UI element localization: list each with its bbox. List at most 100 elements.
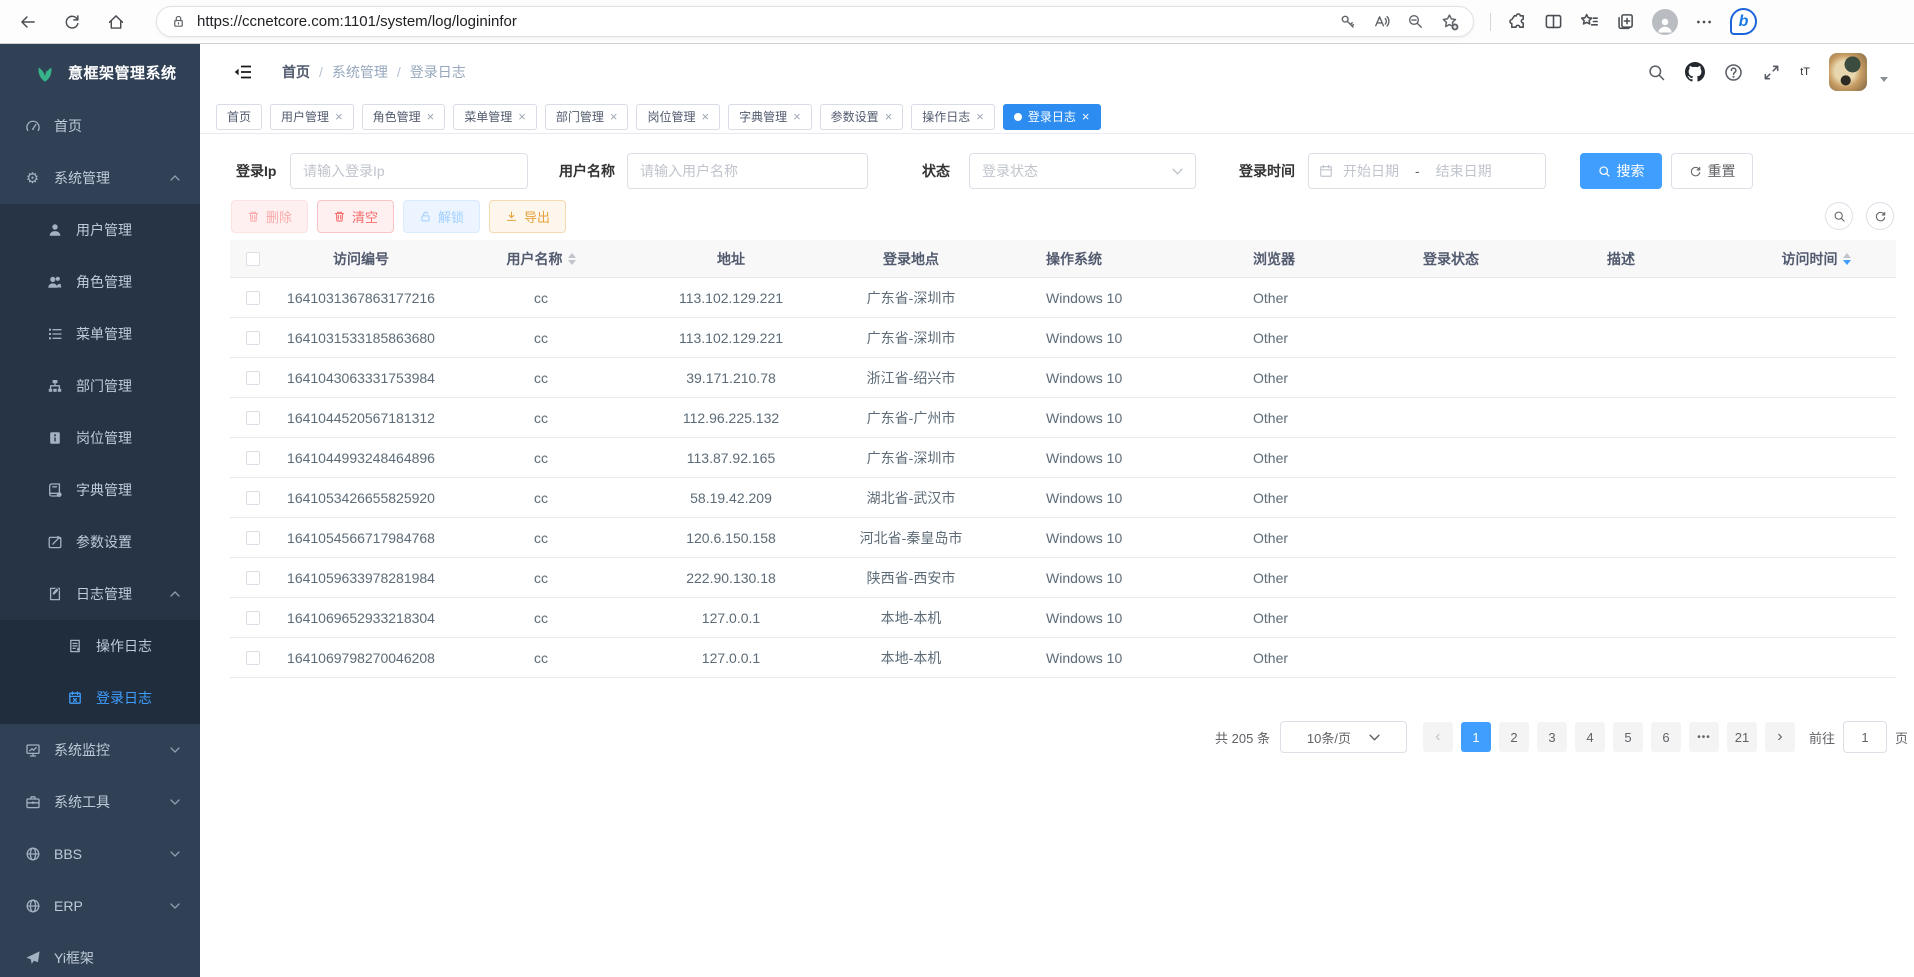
row-checkbox[interactable] bbox=[246, 491, 260, 505]
fullscreen-icon[interactable] bbox=[1762, 63, 1781, 82]
read-aloud-icon[interactable] bbox=[1373, 13, 1390, 30]
sort-icon-desc-active[interactable] bbox=[1843, 253, 1851, 265]
clear-button[interactable]: 清空 bbox=[317, 200, 394, 233]
page-button-2[interactable]: 2 bbox=[1499, 722, 1529, 752]
sidebar-item-yi-framework[interactable]: Yi框架 bbox=[0, 932, 200, 977]
browser-profile-icon[interactable] bbox=[1652, 9, 1678, 35]
tab-user-mgmt[interactable]: 用户管理× bbox=[270, 104, 354, 130]
close-icon[interactable]: × bbox=[976, 110, 984, 123]
sidebar-item-system[interactable]: ⚙ 系统管理 bbox=[0, 152, 200, 204]
copilot-bing-icon[interactable]: b bbox=[1730, 8, 1757, 35]
row-checkbox[interactable] bbox=[246, 451, 260, 465]
tab-param-settings[interactable]: 参数设置× bbox=[820, 104, 904, 130]
sidebar-item-log-mgmt[interactable]: 日志管理 bbox=[0, 568, 200, 620]
sidebar-item-erp[interactable]: ERP bbox=[0, 880, 200, 932]
sidebar-item-dept-mgmt[interactable]: 部门管理 bbox=[0, 360, 200, 412]
url-text[interactable]: https://ccnetcore.com:1101/system/log/lo… bbox=[197, 13, 1322, 30]
browser-menu-icon[interactable] bbox=[1695, 13, 1713, 31]
close-icon[interactable]: × bbox=[1082, 110, 1090, 123]
tab-home[interactable]: 首页 bbox=[216, 104, 262, 130]
delete-button[interactable]: 删除 bbox=[231, 200, 308, 233]
sidebar-item-dict-mgmt[interactable]: 字典管理 bbox=[0, 464, 200, 516]
export-button[interactable]: 导出 bbox=[489, 200, 566, 233]
sidebar-item-bbs[interactable]: BBS bbox=[0, 828, 200, 880]
tab-dict-mgmt[interactable]: 字典管理× bbox=[728, 104, 812, 130]
browser-address-bar[interactable]: https://ccnetcore.com:1101/system/log/lo… bbox=[156, 6, 1474, 37]
zoom-out-icon[interactable] bbox=[1407, 13, 1424, 30]
close-icon[interactable]: × bbox=[427, 110, 435, 123]
close-icon[interactable]: × bbox=[793, 110, 801, 123]
prev-page-button[interactable]: ‹ bbox=[1423, 722, 1453, 752]
github-icon[interactable] bbox=[1685, 62, 1705, 82]
close-icon[interactable]: × bbox=[610, 110, 618, 123]
next-page-button[interactable]: › bbox=[1765, 722, 1795, 752]
tab-menu-mgmt[interactable]: 菜单管理× bbox=[453, 104, 537, 130]
row-checkbox[interactable] bbox=[246, 291, 260, 305]
site-lock-icon[interactable] bbox=[171, 14, 186, 29]
row-checkbox[interactable] bbox=[246, 331, 260, 345]
extensions-icon[interactable] bbox=[1508, 12, 1527, 31]
page-button-1[interactable]: 1 bbox=[1461, 722, 1491, 752]
help-icon[interactable] bbox=[1724, 63, 1743, 82]
sidebar-item-tools[interactable]: 系统工具 bbox=[0, 776, 200, 828]
sidebar-item-post-mgmt[interactable]: 岗位管理 bbox=[0, 412, 200, 464]
row-checkbox[interactable] bbox=[246, 411, 260, 425]
add-favorite-icon[interactable] bbox=[1441, 13, 1459, 31]
breadcrumb-home[interactable]: 首页 bbox=[282, 62, 310, 82]
page-button-6[interactable]: 6 bbox=[1651, 722, 1681, 752]
page-size-select[interactable]: 10条/页 bbox=[1280, 721, 1407, 753]
close-icon[interactable]: × bbox=[518, 110, 526, 123]
tab-oper-log[interactable]: 操作日志× bbox=[911, 104, 995, 130]
header-search-icon[interactable] bbox=[1647, 63, 1666, 82]
username-input[interactable] bbox=[627, 153, 868, 189]
more-pages-button[interactable]: ••• bbox=[1689, 722, 1719, 752]
sidebar-item-home[interactable]: 首页 bbox=[0, 100, 200, 152]
collections-icon[interactable] bbox=[1616, 12, 1635, 31]
select-all-checkbox[interactable] bbox=[246, 252, 260, 266]
row-checkbox[interactable] bbox=[246, 371, 260, 385]
sidebar-item-menu-mgmt[interactable]: 菜单管理 bbox=[0, 308, 200, 360]
row-checkbox[interactable] bbox=[246, 611, 260, 625]
search-button[interactable]: 搜索 bbox=[1580, 153, 1662, 189]
split-screen-icon[interactable] bbox=[1544, 12, 1563, 31]
column-time[interactable]: 访问时间 bbox=[1736, 249, 1896, 269]
sidebar-item-login-log[interactable]: 登录日志 bbox=[0, 672, 200, 724]
refresh-table-icon[interactable] bbox=[1866, 202, 1894, 230]
page-button-21[interactable]: 21 bbox=[1727, 722, 1757, 752]
goto-page-input[interactable] bbox=[1843, 721, 1887, 753]
sidebar-item-param-settings[interactable]: 参数设置 bbox=[0, 516, 200, 568]
toggle-search-icon[interactable] bbox=[1825, 202, 1853, 230]
text-size-icon[interactable]: tT bbox=[1800, 67, 1810, 78]
sidebar-item-monitor[interactable]: 系统监控 bbox=[0, 724, 200, 776]
row-checkbox[interactable] bbox=[246, 651, 260, 665]
tab-post-mgmt[interactable]: 岗位管理× bbox=[636, 104, 720, 130]
tab-role-mgmt[interactable]: 角色管理× bbox=[362, 104, 446, 130]
column-username[interactable]: 用户名称 bbox=[446, 249, 636, 269]
sort-icon[interactable] bbox=[568, 253, 576, 265]
page-button-4[interactable]: 4 bbox=[1575, 722, 1605, 752]
close-icon[interactable]: × bbox=[885, 110, 893, 123]
date-range-picker[interactable]: 开始日期 - 结束日期 bbox=[1308, 153, 1546, 189]
browser-back-button[interactable] bbox=[12, 6, 44, 38]
avatar-caret-icon[interactable] bbox=[1880, 77, 1888, 82]
page-button-5[interactable]: 5 bbox=[1613, 722, 1643, 752]
favorites-list-icon[interactable] bbox=[1580, 12, 1599, 31]
browser-refresh-button[interactable] bbox=[56, 6, 88, 38]
sidebar-item-user-mgmt[interactable]: 用户管理 bbox=[0, 204, 200, 256]
sidebar-item-oper-log[interactable]: 操作日志 bbox=[0, 620, 200, 672]
sidebar-item-role-mgmt[interactable]: 角色管理 bbox=[0, 256, 200, 308]
unlock-button[interactable]: 解锁 bbox=[403, 200, 480, 233]
browser-home-button[interactable] bbox=[100, 6, 132, 38]
row-checkbox[interactable] bbox=[246, 531, 260, 545]
close-icon[interactable]: × bbox=[701, 110, 709, 123]
reset-button[interactable]: 重置 bbox=[1671, 153, 1753, 189]
row-checkbox[interactable] bbox=[246, 571, 260, 585]
login-ip-input[interactable] bbox=[290, 153, 528, 189]
page-button-3[interactable]: 3 bbox=[1537, 722, 1567, 752]
sidebar-fold-icon[interactable] bbox=[234, 64, 252, 80]
close-icon[interactable]: × bbox=[335, 110, 343, 123]
password-key-icon[interactable] bbox=[1339, 13, 1356, 30]
status-select[interactable]: 登录状态 bbox=[969, 153, 1196, 189]
user-avatar[interactable] bbox=[1829, 53, 1867, 91]
tab-login-log[interactable]: 登录日志× bbox=[1003, 104, 1101, 130]
